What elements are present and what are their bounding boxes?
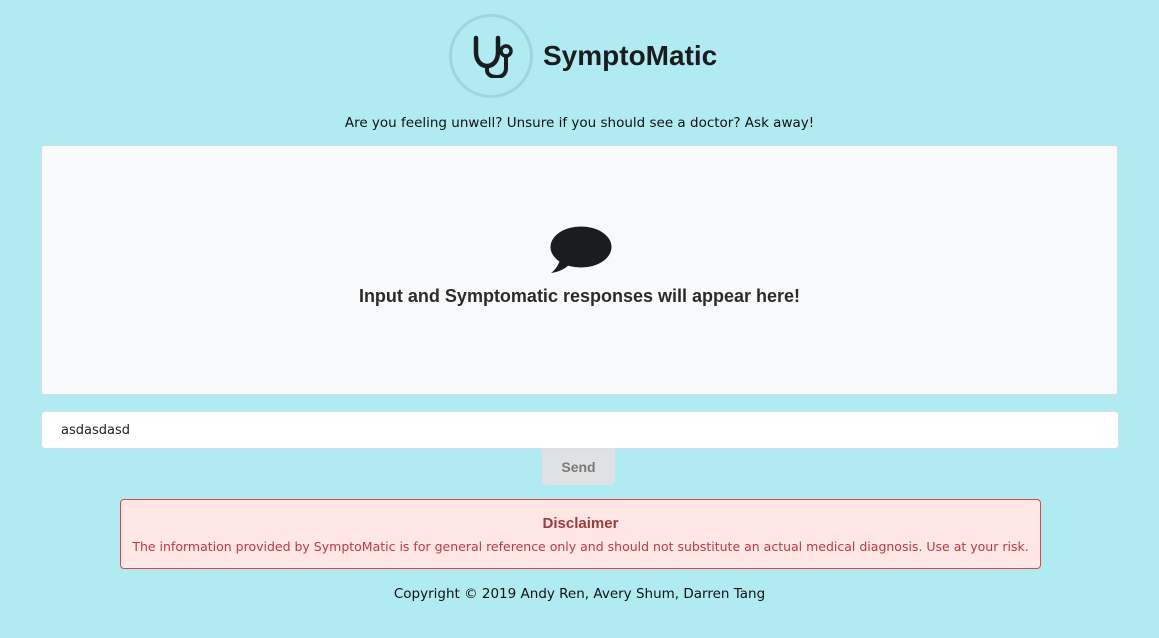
footer-copyright: Copyright © 2019 Andy Ren, Avery Shum, D… (393, 586, 766, 602)
disclaimer-title: Disclaimer (542, 515, 619, 532)
app-title: SymptoMatic (543, 40, 718, 71)
chat-placeholder-text: Input and Symptomatic responses will app… (358, 286, 801, 306)
header: SymptoMatic (0, 14, 1159, 98)
message-input[interactable] (41, 411, 1119, 449)
tagline: Are you feeling unwell? Unsure if you sh… (344, 115, 815, 131)
page: SymptoMatic Are you feeling unwell? Unsu… (0, 0, 1159, 638)
disclaimer-text: The information provided by SymptoMatic … (132, 539, 1029, 554)
logo (449, 14, 533, 98)
send-button[interactable]: Send (542, 449, 615, 485)
speech-bubble-icon (550, 226, 612, 273)
chat-panel: Input and Symptomatic responses will app… (41, 145, 1118, 395)
stethoscope-icon (473, 35, 513, 78)
disclaimer-box: Disclaimer The information provided by S… (120, 499, 1041, 569)
